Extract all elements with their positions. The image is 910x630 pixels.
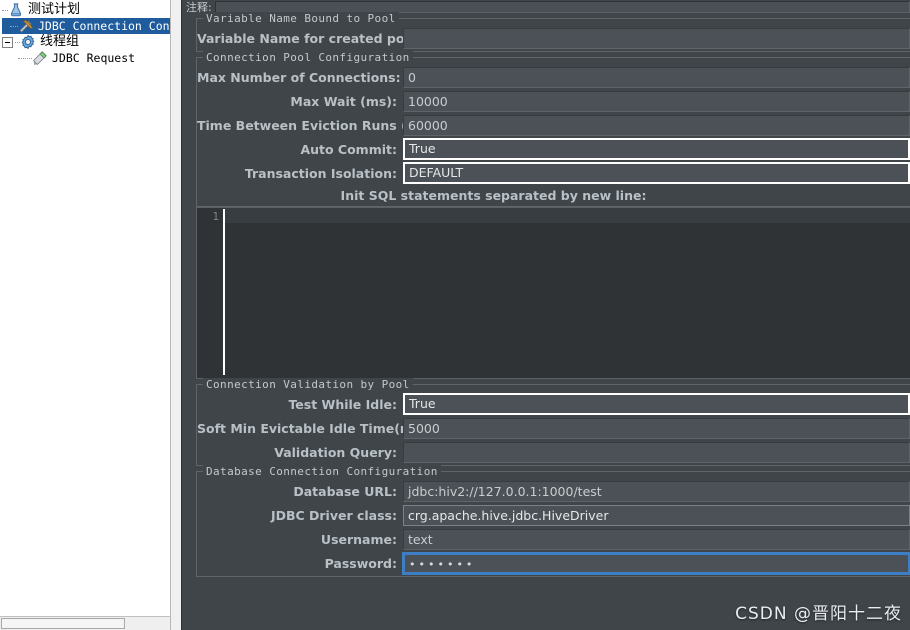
field-label: Max Number of Connections: xyxy=(197,69,401,85)
tree-horizontal-scrollbar[interactable] xyxy=(0,616,170,630)
group-connection-pool-configuration: Connection Pool Configuration Max Number… xyxy=(196,51,910,207)
tree-connector xyxy=(18,50,32,66)
test-plan-tree-panel[interactable]: 测试计划 JDBC Connection Config xyxy=(0,0,170,630)
group-connection-validation-by-pool: Connection Validation by Pool Test While… xyxy=(196,378,910,466)
tree-node-label: 线程组 xyxy=(40,34,80,49)
tree-scrollbar-thumb[interactable] xyxy=(1,618,125,629)
max-wait-input[interactable]: 10000 xyxy=(403,90,910,112)
tree-node-thread-group[interactable]: 线程组 xyxy=(2,34,170,50)
init-sql-caption: Init SQL statements separated by new lin… xyxy=(340,188,647,203)
field-label: Username: xyxy=(320,531,397,547)
field-jdbc-driver-class: JDBC Driver class: crg.apache.hive.jdbc.… xyxy=(197,504,910,526)
jdbc-connection-config-tools-icon xyxy=(18,18,34,34)
init-sql-line-number: 1 xyxy=(197,208,223,378)
group-variable-name-bound-to-pool: Variable Name Bound to Pool Variable Nam… xyxy=(196,12,910,52)
field-label: Validation Query: xyxy=(274,444,397,460)
field-validation-query: Validation Query: xyxy=(197,441,910,463)
field-variable-name-for-created-pool: Variable Name for created pool: xyxy=(197,27,910,49)
group-legend: Connection Validation by Pool xyxy=(203,378,413,391)
jdbc-driver-class-combobox[interactable]: crg.apache.hive.jdbc.HiveDriver xyxy=(403,504,910,526)
comment-input[interactable] xyxy=(214,0,910,13)
panel-splitter[interactable] xyxy=(170,0,182,630)
tree-expander-collapse-icon[interactable] xyxy=(2,36,13,48)
field-time-between-eviction-runs: Time Between Eviction Runs (ms): 60000 xyxy=(197,114,910,136)
group-legend: Database Connection Configuration xyxy=(203,465,441,478)
tree-node-label: 测试计划 xyxy=(28,2,81,17)
field-username: Username: text xyxy=(197,528,910,550)
field-password: Password: ••••••• xyxy=(197,551,910,575)
field-label: Database URL: xyxy=(293,483,397,499)
variable-name-input[interactable] xyxy=(403,27,910,49)
test-plan-flask-icon xyxy=(8,2,24,18)
tree-node-jdbc-connection-config[interactable]: JDBC Connection Config xyxy=(2,18,170,34)
init-sql-editor[interactable]: 1 xyxy=(196,207,910,379)
field-label: Auto Commit: xyxy=(300,141,397,157)
max-number-of-connections-input[interactable]: 0 xyxy=(403,66,910,88)
field-auto-commit: Auto Commit: True xyxy=(197,138,910,160)
field-transaction-isolation: Transaction Isolation: DEFAULT xyxy=(197,162,910,184)
tree-node-test-plan[interactable]: 测试计划 xyxy=(2,2,170,18)
tree-node-label: JDBC Request xyxy=(52,51,136,65)
tree-connector xyxy=(10,18,18,34)
field-label: Soft Min Evictable Idle Time(ms): xyxy=(197,420,432,436)
field-test-while-idle: Test While Idle: True xyxy=(197,393,910,415)
group-legend: Connection Pool Configuration xyxy=(203,51,413,64)
group-database-connection-configuration: Database Connection Configuration Databa… xyxy=(196,465,910,577)
validation-query-input[interactable] xyxy=(403,441,910,463)
jdbc-request-pipette-icon xyxy=(32,50,48,66)
init-sql-textarea[interactable] xyxy=(225,208,910,378)
jdbc-connection-config-panel: 注释: Variable Name Bound to Pool Variable… xyxy=(182,0,910,630)
tree-node-jdbc-request[interactable]: JDBC Request xyxy=(2,50,170,66)
field-label: Max Wait (ms): xyxy=(290,93,397,109)
test-while-idle-combobox[interactable]: True xyxy=(403,393,910,415)
field-label: JDBC Driver class: xyxy=(270,507,397,523)
field-label: Test While Idle: xyxy=(288,396,397,412)
field-label: Variable Name for created pool: xyxy=(197,30,423,46)
test-plan-tree[interactable]: 测试计划 JDBC Connection Config xyxy=(0,0,170,66)
auto-commit-combobox[interactable]: True xyxy=(403,138,910,160)
username-input[interactable]: text xyxy=(403,528,910,550)
field-label: Transaction Isolation: xyxy=(244,165,397,181)
soft-min-evictable-idle-time-input[interactable]: 5000 xyxy=(403,417,910,439)
transaction-isolation-combobox[interactable]: DEFAULT xyxy=(403,162,910,184)
time-between-eviction-runs-input[interactable]: 60000 xyxy=(403,114,910,136)
field-database-url: Database URL: jdbc:hiv2://127.0.0.1:1000… xyxy=(197,480,910,502)
field-soft-min-evictable-idle-time: Soft Min Evictable Idle Time(ms): 5000 xyxy=(197,417,910,439)
init-sql-current-line xyxy=(225,208,910,223)
thread-group-gear-icon xyxy=(20,34,36,50)
field-label: Time Between Eviction Runs (ms): xyxy=(197,117,438,133)
tree-node-label: JDBC Connection Config xyxy=(38,19,170,33)
jmeter-window: 测试计划 JDBC Connection Config xyxy=(0,0,910,630)
field-max-number-of-connections: Max Number of Connections: 0 xyxy=(197,66,910,88)
group-legend: Variable Name Bound to Pool xyxy=(203,12,399,25)
csdn-watermark: CSDN @晋阳十二夜 xyxy=(735,604,902,624)
password-input[interactable]: ••••••• xyxy=(402,551,910,575)
field-max-wait: Max Wait (ms): 10000 xyxy=(197,90,910,112)
field-label: Password: xyxy=(324,555,397,571)
database-url-input[interactable]: jdbc:hiv2://127.0.0.1:1000/test xyxy=(403,480,910,502)
